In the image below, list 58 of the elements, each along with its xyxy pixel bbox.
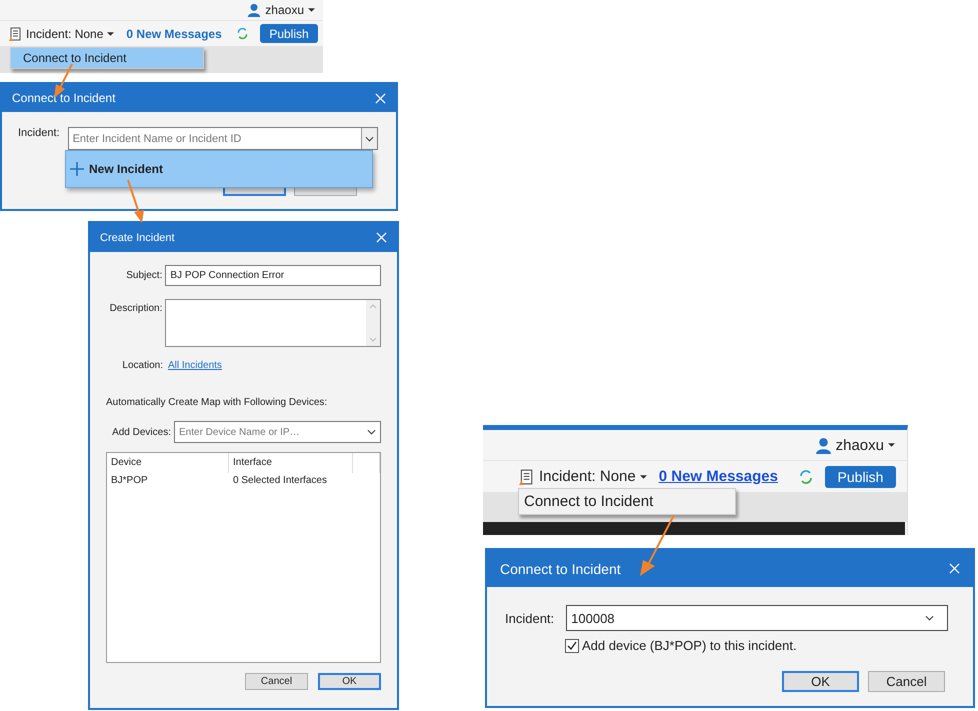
column-header[interactable]: Device	[107, 453, 229, 473]
caret-icon[interactable]	[640, 474, 647, 478]
incident-dropdown[interactable]: Incident: None	[539, 468, 647, 485]
refresh-icon[interactable]	[798, 468, 814, 484]
table-cell-text: 0 Selected Interfaces	[232, 474, 328, 488]
field-label: Location:	[121, 360, 163, 371]
add-devices-field[interactable]: Enter Device Name or IP…	[174, 421, 381, 443]
field-label: Description:	[108, 303, 162, 314]
column-header[interactable]: Interface	[229, 453, 353, 473]
user-name[interactable]: zhaoxu	[836, 436, 884, 454]
caret-icon[interactable]	[107, 32, 114, 36]
field-label: Subject:	[125, 270, 162, 281]
subject-field[interactable]: BJ POP Connection Error	[165, 265, 381, 286]
incident-dropdown[interactable]: Incident: None	[26, 26, 114, 40]
clipboard-icon[interactable]	[9, 26, 21, 40]
dropdown-option[interactable]: New Incident	[65, 150, 373, 188]
dialog-button[interactable]	[223, 188, 286, 196]
dialog-title: Create Incident	[100, 232, 175, 244]
dialog-button[interactable]: Cancel	[868, 671, 945, 692]
publish-button[interactable]: Publish	[260, 24, 318, 43]
field-label: Incident:	[18, 127, 60, 139]
close-icon[interactable]	[949, 563, 960, 574]
dialog-title: Connect to Incident	[12, 91, 116, 105]
chevron-down-icon[interactable]	[364, 136, 374, 142]
menu-item[interactable]: Connect to Incident	[519, 489, 735, 514]
description-field[interactable]	[165, 299, 381, 347]
user-icon[interactable]	[814, 436, 832, 454]
chevron-down-icon[interactable]	[367, 429, 376, 435]
dialog-button[interactable]: Cancel	[245, 673, 308, 690]
arrow	[640, 514, 675, 576]
refresh-icon[interactable]	[236, 27, 249, 40]
close-icon[interactable]	[375, 92, 386, 104]
chevron-down-icon[interactable]	[925, 615, 934, 621]
dialog-button[interactable]: OK	[782, 671, 859, 692]
incident-combo-field[interactable]: 100008	[566, 605, 948, 631]
plus-icon	[70, 162, 84, 176]
dialog-title: Connect to Incident	[500, 560, 621, 576]
field-label: Incident:	[505, 610, 554, 626]
menu-item[interactable]: Connect to Incident	[11, 48, 203, 68]
checkbox[interactable]	[565, 638, 579, 652]
caret-icon[interactable]	[888, 443, 895, 447]
caret-icon[interactable]	[308, 8, 315, 12]
user-name[interactable]: zhaoxu	[265, 3, 304, 17]
publish-button[interactable]: Publish	[825, 466, 896, 488]
field-label: Add Devices:	[111, 426, 171, 438]
incident-combo-field[interactable]: Enter Incident Name or Incident ID	[68, 127, 378, 150]
user-icon[interactable]	[247, 3, 262, 17]
messages-link[interactable]: 0 New Messages	[658, 468, 778, 485]
checkbox-label[interactable]: Add device (BJ*POP) to this incident.	[582, 638, 797, 653]
dropdown-button[interactable]	[360, 128, 377, 149]
clipboard-icon[interactable]	[519, 468, 533, 484]
close-icon[interactable]	[376, 232, 387, 243]
location-link[interactable]: All Incidents	[168, 360, 222, 371]
section-label: Automatically Create Map with Following Devices:	[106, 397, 328, 408]
table-cell-text: BJ*POP	[110, 474, 149, 488]
dialog-button[interactable]: OK	[318, 673, 381, 690]
arrow	[127, 180, 144, 223]
messages-link[interactable]: 0 New Messages	[126, 26, 222, 40]
